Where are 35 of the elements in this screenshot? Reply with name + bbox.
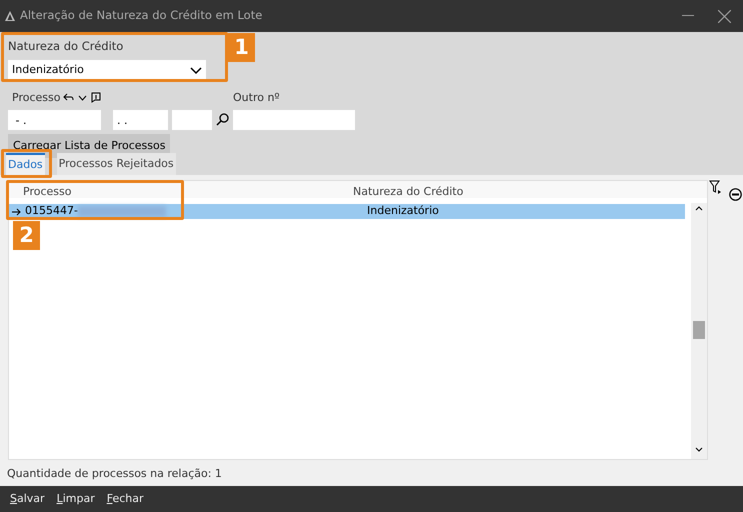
field-label: Processo (12, 90, 60, 106)
filter-icon[interactable] (709, 180, 722, 194)
table-row[interactable]: 0155447- Indenizatório (9, 204, 685, 219)
app-logo-icon (4, 10, 16, 22)
callout-number: 2 (13, 221, 40, 250)
info-icon[interactable] (91, 92, 101, 104)
field-label: Outro nº (233, 90, 281, 106)
close-icon[interactable] (718, 10, 731, 22)
current-row-arrow-icon (12, 208, 22, 216)
process-count-text: Quantidade de processos na relação: 1 (6, 466, 223, 482)
column-header[interactable]: Natureza do Crédito (353, 181, 464, 198)
minimize-icon[interactable] (682, 15, 694, 17)
footer-button[interactable]: Fechar (100, 490, 150, 508)
processo-field[interactable]: . . (113, 110, 168, 130)
tab[interactable]: Processos Rejeitados (56, 152, 176, 175)
table-cell-text: Indenizatório (366, 203, 439, 220)
processo-field[interactable] (172, 110, 212, 130)
search-icon[interactable] (216, 113, 229, 126)
minus-circle-icon[interactable] (729, 188, 742, 201)
tab[interactable]: Dados (6, 152, 45, 175)
chevron-down-icon[interactable] (78, 94, 87, 101)
outro-field[interactable] (233, 110, 355, 130)
window-title: Alteração de Natureza do Crédito em Lote (20, 7, 262, 24)
callout-number: 1 (228, 33, 255, 62)
processo-field[interactable]: - . (8, 110, 101, 130)
chevron-down-icon (190, 66, 202, 74)
natureza-dropdown[interactable]: Indenizatório (8, 60, 206, 82)
field-label: Natureza do Crédito (8, 39, 124, 53)
scroll-thumb[interactable] (693, 321, 705, 339)
scrollbar[interactable] (691, 203, 707, 459)
column-header[interactable]: Processo (9, 181, 353, 198)
footer-button[interactable]: Limpar (50, 490, 101, 508)
undo-arrow-icon[interactable] (63, 93, 74, 102)
callout-frame (1, 149, 52, 178)
footer-button[interactable]: Salvar (4, 490, 51, 508)
